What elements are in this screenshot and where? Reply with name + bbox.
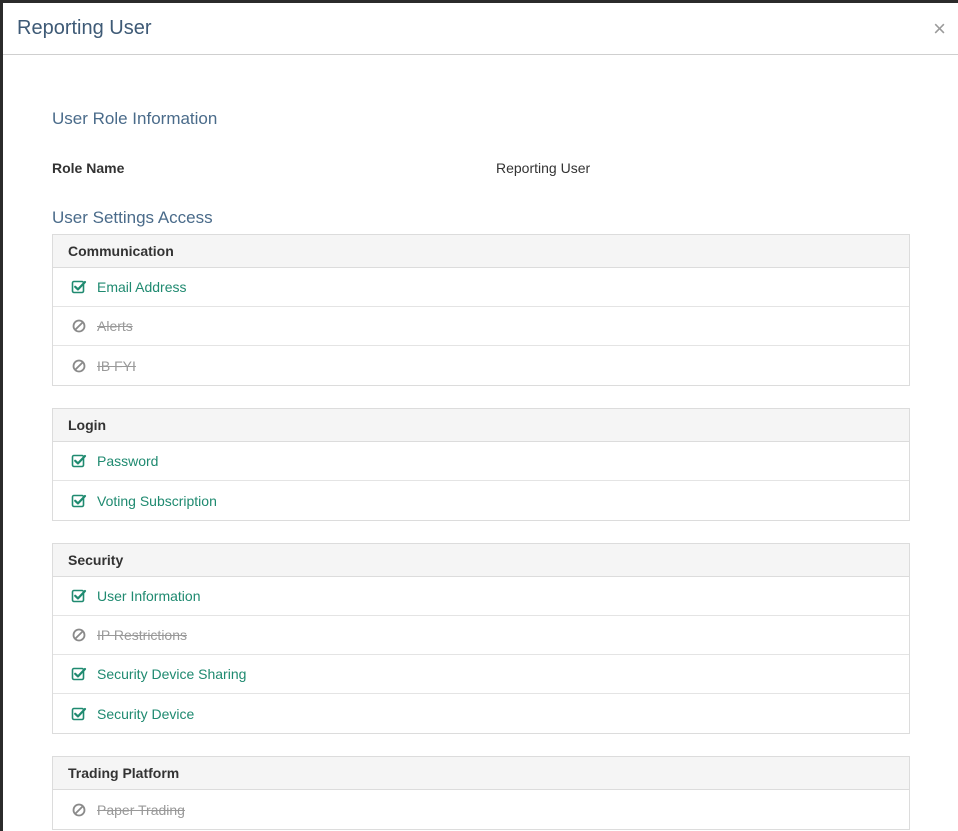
user-settings-access-heading: User Settings Access xyxy=(52,208,213,227)
ban-icon xyxy=(71,627,87,643)
role-name-value: Reporting User xyxy=(496,160,591,176)
setting-item: Voting Subscription xyxy=(53,481,909,520)
settings-group: Trading Platform Paper Trading xyxy=(52,756,910,830)
settings-group: Login Password Voting Subscription xyxy=(52,408,910,521)
ban-icon xyxy=(71,318,87,334)
modal-header: Reporting User × xyxy=(3,3,958,55)
checked-box-icon xyxy=(71,493,87,509)
reporting-user-modal: Reporting User × User Role Information R… xyxy=(3,3,958,831)
setting-item: Security Device Sharing xyxy=(53,655,909,694)
setting-item: Email Address xyxy=(53,268,909,307)
group-header: Login xyxy=(53,409,909,442)
group-header: Communication xyxy=(53,235,909,268)
setting-item: Paper Trading xyxy=(53,790,909,829)
group-header: Trading Platform xyxy=(53,757,909,790)
setting-item-label: Security Device Sharing xyxy=(97,666,247,682)
user-role-information-heading: User Role Information xyxy=(52,109,218,128)
close-icon[interactable]: × xyxy=(933,18,946,40)
setting-item-label: Password xyxy=(97,453,159,469)
ban-icon xyxy=(71,358,87,374)
settings-group: Security User Information IP Restrictions S… xyxy=(52,543,910,734)
setting-item-label: Alerts xyxy=(97,318,133,334)
checked-box-icon xyxy=(71,279,87,295)
checked-box-icon xyxy=(71,706,87,722)
checked-box-icon xyxy=(71,588,87,604)
checked-box-icon xyxy=(71,666,87,682)
setting-item-label: Voting Subscription xyxy=(97,492,217,509)
setting-item: IP Restrictions xyxy=(53,616,909,655)
group-header: Security xyxy=(53,544,909,577)
settings-groups: Communication Email Address Alerts IB FYI Lo… xyxy=(52,234,910,831)
setting-item-label: IB FYI xyxy=(97,357,136,374)
ban-icon xyxy=(71,802,87,818)
setting-item-label: Security Device xyxy=(97,705,195,722)
setting-item: Security Device xyxy=(53,694,909,733)
setting-item-label: Email Address xyxy=(97,279,187,295)
setting-item: Password xyxy=(53,442,909,481)
setting-item: IB FYI xyxy=(53,346,909,385)
role-name-label: Role Name xyxy=(52,160,125,176)
setting-item: Alerts xyxy=(53,307,909,346)
setting-item-label: IP Restrictions xyxy=(97,627,187,643)
setting-item: User Information xyxy=(53,577,909,616)
setting-item-label: Paper Trading xyxy=(97,801,185,818)
setting-item-label: User Information xyxy=(97,588,201,604)
checked-box-icon xyxy=(71,453,87,469)
settings-group: Communication Email Address Alerts IB FYI xyxy=(52,234,910,386)
modal-title: Reporting User xyxy=(17,17,152,39)
